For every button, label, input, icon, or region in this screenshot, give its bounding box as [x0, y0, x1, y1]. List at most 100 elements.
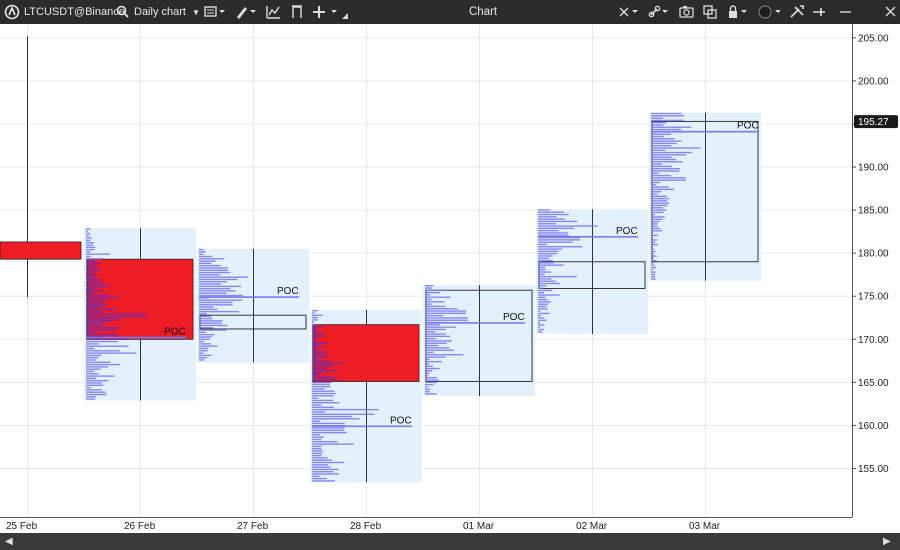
volume-profile-row	[86, 267, 98, 269]
volume-profile-row	[651, 213, 655, 216]
volume-profile-row	[538, 326, 540, 328]
volume-profile-row	[538, 218, 565, 220]
volume-profile-row	[86, 271, 93, 274]
logo-icon[interactable]	[4, 0, 20, 24]
volume-profile-row	[425, 367, 440, 370]
template-icon[interactable]	[290, 0, 304, 24]
monitor-icon[interactable]	[204, 0, 226, 24]
volume-profile-row	[86, 285, 110, 288]
volume-profile-row	[312, 471, 334, 473]
timeframe-selector[interactable]: Daily chart ▼	[134, 0, 200, 24]
volume-profile-row	[199, 329, 227, 331]
volume-profile-row	[651, 248, 655, 250]
volume-profile-row	[86, 338, 130, 340]
volume-profile-row	[538, 280, 556, 282]
volume-profile-row	[651, 172, 659, 174]
volume-profile-row	[538, 234, 569, 236]
camera-icon[interactable]	[679, 0, 695, 24]
lock-icon[interactable]	[727, 0, 751, 24]
volume-profile-row	[538, 248, 563, 250]
tools-icon[interactable]	[789, 0, 805, 24]
poc-label: POC	[737, 121, 759, 132]
volume-profile-row	[538, 220, 578, 223]
volume-profile-row	[86, 241, 94, 244]
volume-profile-row	[425, 340, 452, 342]
volume-profile-row	[425, 377, 437, 379]
volume-profile-row	[651, 266, 657, 269]
volume-profile-row	[538, 243, 548, 246]
volume-profile-row	[538, 275, 577, 278]
volume-profile-row	[651, 156, 672, 158]
minimize-icon[interactable]	[838, 0, 854, 24]
search-icon[interactable]	[116, 0, 129, 24]
volume-profile-row	[312, 438, 322, 441]
timeframe-label: Daily chart	[134, 6, 186, 18]
volume-profile-row	[425, 333, 446, 335]
volume-profile-row	[425, 312, 466, 315]
volume-profile-row	[538, 308, 548, 310]
volume-profile-row	[199, 347, 209, 350]
volume-profile-row	[651, 209, 667, 211]
chart-area[interactable]: POC POC POC POC POC POC 155.00 160.00 165.00 170.…	[0, 24, 900, 533]
volume-profile-row	[86, 297, 119, 299]
volume-profile-row	[199, 267, 229, 269]
price-tick-label: 180.00	[858, 249, 889, 260]
volume-profile-row	[86, 244, 93, 246]
volume-profile-row	[86, 281, 102, 283]
volume-profile-row	[312, 312, 315, 314]
volume-profile-row	[425, 289, 449, 292]
copy-icon[interactable]	[703, 0, 719, 24]
plus-icon[interactable]	[312, 0, 340, 24]
time-axis-label: 26 Feb	[124, 521, 156, 532]
volume-profile-row	[651, 174, 672, 177]
volume-profile-row	[538, 317, 545, 319]
symbol-label[interactable]: LTCUSDT@Binance	[24, 0, 125, 24]
price-tick-label: 155.00	[858, 464, 889, 475]
volume-profile-row	[651, 246, 653, 248]
volume-profile-row	[312, 434, 321, 436]
volume-profile-row	[199, 253, 204, 255]
circle-icon[interactable]	[757, 0, 785, 24]
volume-profile-row	[651, 188, 675, 191]
close-icon[interactable]	[884, 0, 898, 24]
volume-profile-row	[538, 328, 545, 331]
pin-icon[interactable]	[812, 0, 828, 24]
volume-profile-row	[425, 370, 433, 372]
volume-profile-row	[312, 454, 322, 457]
time-axis-label: 25 Feb	[6, 521, 38, 532]
volume-profile-row	[538, 282, 561, 285]
crosshair-icon[interactable]	[618, 0, 642, 24]
indicator-icon[interactable]	[266, 0, 282, 24]
pencil-icon[interactable]	[234, 0, 258, 24]
horizontal-scrollbar[interactable]: ◀ ▶	[0, 533, 900, 550]
volume-profile-row	[199, 350, 208, 352]
volume-profile-row	[86, 340, 118, 343]
volume-profile-row	[312, 349, 317, 351]
price-axis-bg	[852, 24, 900, 533]
volume-profile-row	[538, 241, 573, 243]
volume-profile-row	[651, 190, 662, 193]
volume-profile-row	[651, 243, 659, 246]
volume-profile-row	[312, 346, 324, 349]
volume-profile-row	[86, 354, 102, 357]
volume-profile-row	[425, 351, 434, 354]
volume-profile-row	[86, 352, 137, 354]
price-tick-label: 175.00	[858, 292, 889, 303]
scroll-right-icon[interactable]: ▶	[883, 533, 891, 550]
volume-profile-row	[199, 324, 228, 327]
volume-profile-row	[425, 319, 468, 321]
volume-profile-row	[651, 158, 677, 161]
volume-profile-row	[425, 379, 439, 381]
chevron-down-icon: ▼	[192, 8, 200, 17]
volume-profile-row	[538, 310, 541, 312]
volume-profile-row	[312, 358, 318, 360]
volume-profile-row	[199, 308, 218, 311]
volume-profile-row	[651, 262, 654, 264]
scroll-left-icon[interactable]: ◀	[5, 533, 13, 550]
volume-profile-row	[86, 379, 109, 382]
volume-profile-row	[86, 299, 105, 301]
link-icon[interactable]	[648, 0, 672, 24]
volume-profile-row	[86, 356, 99, 359]
volume-profile-row	[199, 301, 233, 304]
poc-label: POC	[164, 327, 186, 338]
